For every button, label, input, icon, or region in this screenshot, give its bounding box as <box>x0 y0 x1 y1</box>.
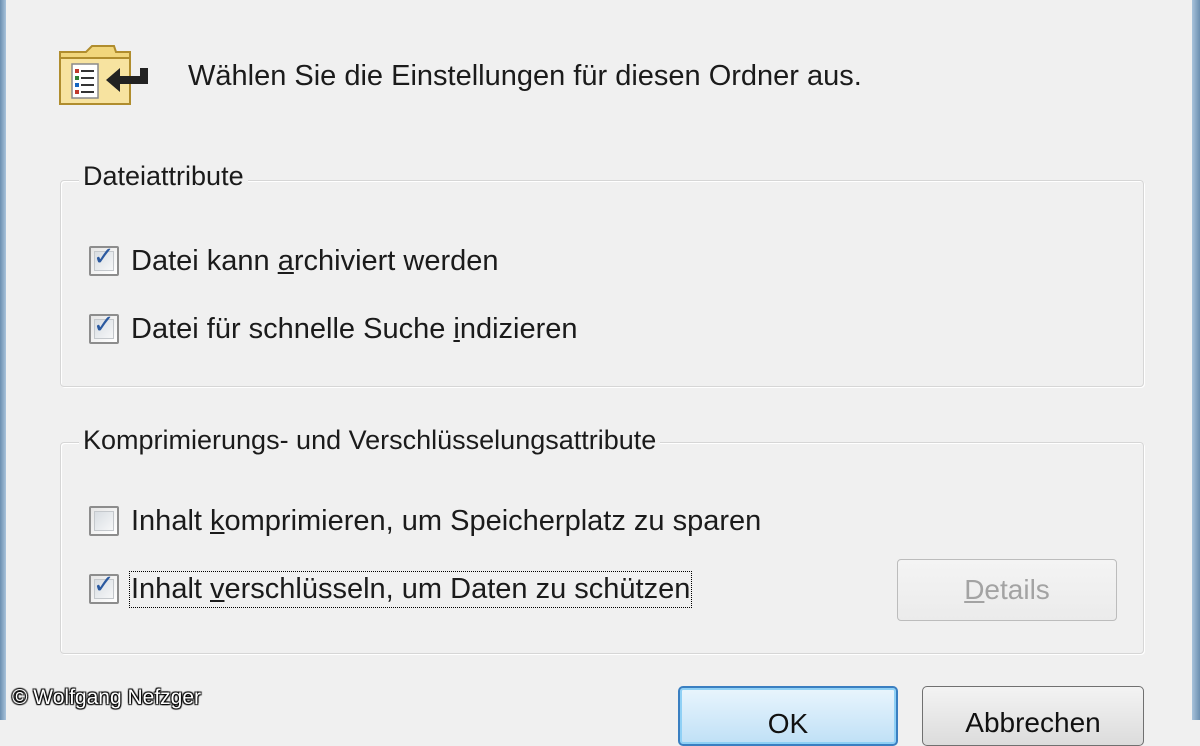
compress-option[interactable]: Inhalt komprimieren, um Speicherplatz zu… <box>89 501 761 541</box>
encrypt-option[interactable]: ✓ Inhalt verschlüsseln, um Daten zu schü… <box>89 569 693 609</box>
archive-label: Datei kann archiviert werden <box>131 244 499 277</box>
advanced-attributes-dialog: Wählen Sie die Einstellungen für diesen … <box>0 0 1200 746</box>
archive-option[interactable]: ✓ Datei kann archiviert werden <box>89 241 499 281</box>
encrypt-label: Inhalt verschlüsseln, um Daten zu schütz… <box>128 570 693 608</box>
file-attributes-legend: Dateiattribute <box>79 161 248 192</box>
window-frame-right <box>1192 0 1200 720</box>
dialog-instruction: Wählen Sie die Einstellungen für diesen … <box>188 60 862 92</box>
compression-encryption-legend: Komprimierungs- und Verschlüsselungsattr… <box>79 425 661 456</box>
dialog-header: Wählen Sie die Einstellungen für diesen … <box>56 36 1056 116</box>
file-attributes-group: Dateiattribute ✓ Datei kann archiviert w… <box>60 161 1144 387</box>
checkmark-icon: ✓ <box>93 310 115 340</box>
copyright-watermark: © Wolfgang Nefzger <box>12 686 202 709</box>
compress-label: Inhalt komprimieren, um Speicherplatz zu… <box>131 504 762 537</box>
compression-encryption-group: Komprimierungs- und Verschlüsselungsattr… <box>60 425 1144 654</box>
checkmark-icon: ✓ <box>93 570 115 600</box>
details-button[interactable]: Details <box>897 559 1117 621</box>
cancel-button[interactable]: Abbrechen <box>922 686 1144 746</box>
folder-settings-icon <box>59 45 148 105</box>
ok-button[interactable]: OK <box>678 686 898 746</box>
index-label: Datei für schnelle Suche indizieren <box>131 312 578 345</box>
index-checkbox[interactable]: ✓ <box>89 310 119 344</box>
checkmark-icon: ✓ <box>93 242 115 272</box>
index-option[interactable]: ✓ Datei für schnelle Suche indizieren <box>89 309 578 349</box>
encrypt-checkbox[interactable]: ✓ <box>89 570 119 604</box>
archive-checkbox[interactable]: ✓ <box>89 242 119 276</box>
compress-checkbox[interactable] <box>89 506 119 536</box>
window-frame-left <box>0 0 6 720</box>
